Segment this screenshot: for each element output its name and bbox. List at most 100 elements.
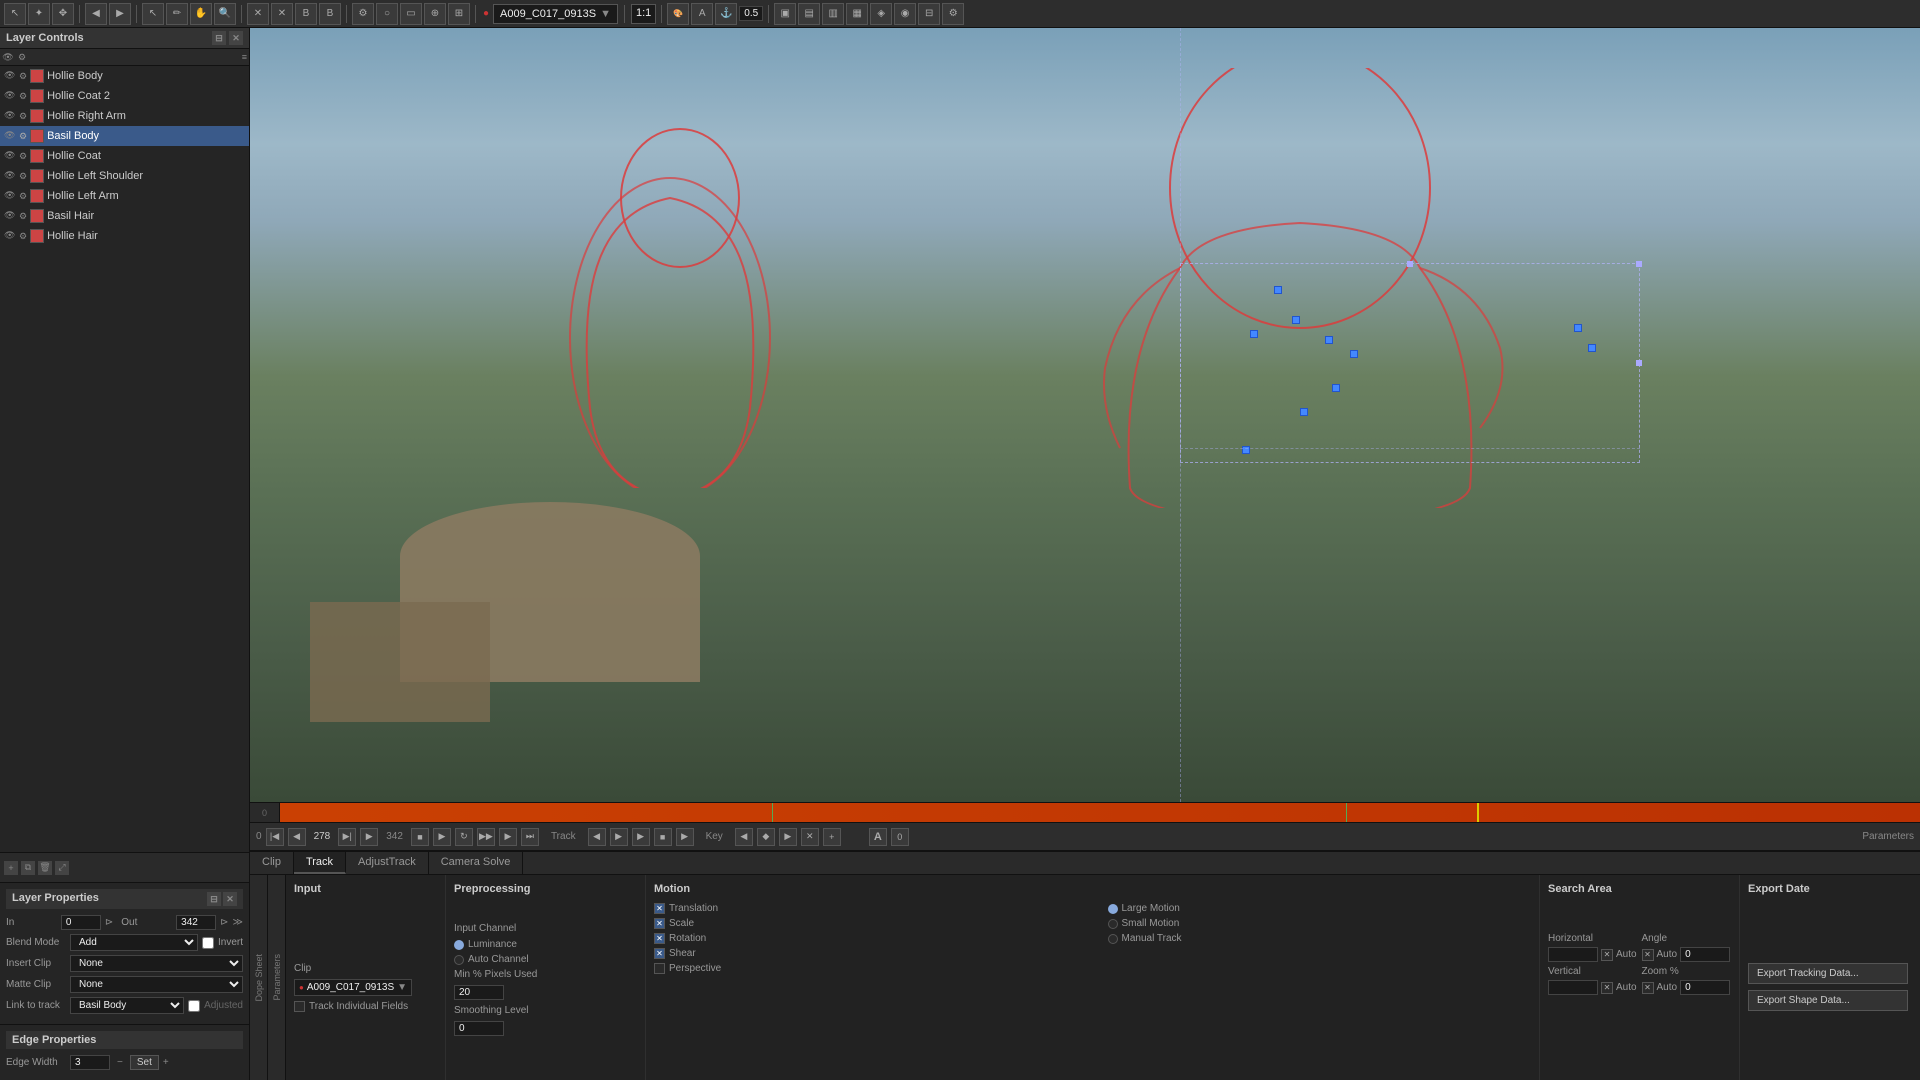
smoothing-level-input[interactable]	[454, 1021, 504, 1036]
opacity-value[interactable]: 0.5	[739, 6, 763, 21]
play-fwd2-btn[interactable]: ▶	[499, 828, 517, 846]
tool-view4[interactable]: ▦	[846, 3, 868, 25]
export-tracking-btn[interactable]: Export Tracking Data...	[1748, 963, 1908, 984]
stop-btn[interactable]: ■	[411, 828, 429, 846]
frame-fwd-btn[interactable]: ▶	[360, 828, 378, 846]
horizontal-auto-check[interactable]: ✕	[1601, 949, 1613, 961]
go-end-btn[interactable]: ▶|	[338, 828, 356, 846]
expand-layer-btn[interactable]: ⤢	[55, 861, 69, 875]
layer-item-active[interactable]: 👁 ⚙ Basil Body	[0, 126, 249, 146]
overlay-btn[interactable]: 0	[891, 828, 909, 846]
small-motion-radio[interactable]	[1108, 919, 1118, 929]
key-set-btn[interactable]: ◆	[757, 828, 775, 846]
delete-layer-btn[interactable]: 🗑	[38, 861, 52, 875]
insert-clip-select[interactable]: None	[70, 955, 243, 972]
layer-item[interactable]: 👁 ⚙ Hollie Left Shoulder	[0, 166, 249, 186]
tool-zoom[interactable]: 🔍	[214, 3, 236, 25]
tool-view3[interactable]: ▥	[822, 3, 844, 25]
zoom-auto-check[interactable]: ✕	[1642, 982, 1654, 994]
tool-pen[interactable]: ✏	[166, 3, 188, 25]
tool-b1[interactable]: B	[295, 3, 317, 25]
adjusted-checkbox[interactable]	[188, 1000, 200, 1012]
go-start-btn[interactable]: |◀	[266, 828, 284, 846]
export-shape-btn[interactable]: Export Shape Data...	[1748, 990, 1908, 1011]
tool-view5[interactable]: ◈	[870, 3, 892, 25]
tool-cursor[interactable]: ↖	[142, 3, 164, 25]
play-btn[interactable]: ▶	[433, 828, 451, 846]
nav-back[interactable]: ◀	[85, 3, 107, 25]
tool-b2[interactable]: B	[319, 3, 341, 25]
min-pixels-input[interactable]	[454, 985, 504, 1000]
track-fwd2-btn[interactable]: ▶	[676, 828, 694, 846]
lp-icon2[interactable]: ✕	[223, 892, 237, 906]
edge-width-minus[interactable]: −	[117, 1057, 123, 1068]
lp-icon1[interactable]: ⊟	[207, 892, 221, 906]
tool-grid[interactable]: ⊞	[448, 3, 470, 25]
track-play-btn[interactable]: ▶	[632, 828, 650, 846]
edge-width-input[interactable]	[70, 1055, 110, 1070]
key-prev-btn[interactable]: ◀	[735, 828, 753, 846]
tool-a[interactable]: A	[691, 3, 713, 25]
tab-adjusttrack[interactable]: AdjustTrack	[346, 852, 429, 874]
tool-view1[interactable]: ▣	[774, 3, 796, 25]
matte-clip-select[interactable]: None	[70, 976, 243, 993]
timeline-playhead[interactable]	[1477, 803, 1479, 822]
luminance-radio[interactable]	[454, 940, 464, 950]
color-palette[interactable]: 🎨	[667, 3, 689, 25]
vertical-input[interactable]	[1548, 980, 1598, 995]
large-motion-radio[interactable]	[1108, 904, 1118, 914]
translation-check[interactable]: ✕	[654, 903, 665, 914]
edge-width-plus[interactable]: +	[163, 1057, 169, 1068]
tool-arrow[interactable]: ↖	[4, 3, 26, 25]
play-all-btn[interactable]: ▶▶	[477, 828, 495, 846]
tool-view6[interactable]: ◉	[894, 3, 916, 25]
auto-channel-radio[interactable]	[454, 955, 464, 965]
tool-x1[interactable]: ✕	[247, 3, 269, 25]
key-del-btn[interactable]: ✕	[801, 828, 819, 846]
layer-item[interactable]: 👁 ⚙ Hollie Hair	[0, 226, 249, 246]
tool-move[interactable]: ✥	[52, 3, 74, 25]
tool-hand[interactable]: ✋	[190, 3, 212, 25]
invert-checkbox[interactable]	[202, 937, 214, 949]
tool-align[interactable]: ⊟	[918, 3, 940, 25]
handle-tr[interactable]	[1636, 261, 1642, 267]
tab-clip[interactable]: Clip	[250, 852, 294, 874]
tool-view2[interactable]: ▤	[798, 3, 820, 25]
track-back-btn[interactable]: ◀	[588, 828, 606, 846]
link-track-select[interactable]: Basil Body	[70, 997, 184, 1014]
tool-move2[interactable]: ⊕	[424, 3, 446, 25]
layer-item[interactable]: 👁 ⚙ Hollie Coat 2	[0, 86, 249, 106]
layer-options[interactable]: ≡	[242, 52, 247, 62]
layer-item[interactable]: 👁 ⚙ Hollie Body	[0, 66, 249, 86]
layer-item[interactable]: 👁 ⚙ Basil Hair	[0, 206, 249, 226]
lc-icon2[interactable]: ✕	[229, 31, 243, 45]
tool-anchor[interactable]: ⚓	[715, 3, 737, 25]
clip-selector[interactable]: ● A009_C017_0913S ▼	[294, 979, 412, 996]
horizontal-input[interactable]	[1548, 947, 1598, 962]
manual-track-radio[interactable]	[1108, 934, 1118, 944]
add-layer-btn[interactable]: +	[4, 861, 18, 875]
scale-check[interactable]: ✕	[654, 918, 665, 929]
key-next-btn[interactable]: ▶	[779, 828, 797, 846]
set-edge-btn[interactable]: Set	[130, 1055, 159, 1070]
layer-item[interactable]: 👁 ⚙ Hollie Right Arm	[0, 106, 249, 126]
nav-forward[interactable]: ▶	[109, 3, 131, 25]
tab-camerasolve[interactable]: Camera Solve	[429, 852, 524, 874]
perspective-check[interactable]	[654, 963, 665, 974]
tool-select[interactable]: ✦	[28, 3, 50, 25]
zoom-display[interactable]: 1:1	[631, 4, 656, 24]
dupe-layer-btn[interactable]: ⧉	[21, 861, 35, 875]
key-add-btn[interactable]: +	[823, 828, 841, 846]
tool-circle[interactable]: ○	[376, 3, 398, 25]
timeline-ruler[interactable]	[280, 803, 1920, 822]
view-toggle-btn[interactable]: A	[869, 828, 887, 846]
handle-tm[interactable]	[1407, 261, 1413, 267]
play-loop-btn[interactable]: ↻	[455, 828, 473, 846]
clip-name-display[interactable]: A009_C017_0913S ▼	[493, 4, 618, 24]
blend-mode-select[interactable]: Add	[70, 934, 198, 951]
angle-input[interactable]	[1680, 947, 1730, 962]
tool-x2[interactable]: ✕	[271, 3, 293, 25]
handle-mr[interactable]	[1636, 360, 1642, 366]
zoom-input[interactable]	[1680, 980, 1730, 995]
play-end-btn[interactable]: ⏭	[521, 828, 539, 846]
